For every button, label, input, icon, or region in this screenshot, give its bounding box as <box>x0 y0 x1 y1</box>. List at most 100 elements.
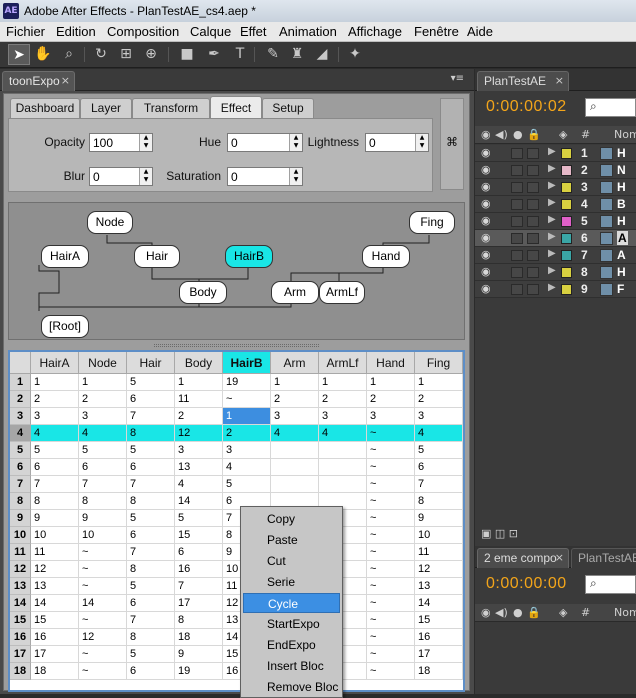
grid-cell[interactable]: 5 <box>127 374 175 391</box>
eye-icon[interactable]: ◉ <box>481 146 491 159</box>
grid-cell[interactable]: 18 <box>175 629 223 646</box>
grid-cell[interactable]: 4 <box>223 459 271 476</box>
brush-tool-icon[interactable]: ✎ <box>262 44 284 65</box>
grid-cell[interactable]: 16 <box>31 629 79 646</box>
grid-cell[interactable]: 1 <box>223 408 271 425</box>
grid-cell[interactable]: 10 <box>79 527 127 544</box>
grid-cell[interactable]: 6 <box>31 459 79 476</box>
label-color[interactable] <box>561 267 572 278</box>
tab-effect[interactable]: Effect <box>210 96 262 119</box>
grid-cell[interactable]: 2 <box>367 391 415 408</box>
grid-cell[interactable]: 18 <box>31 663 79 680</box>
pen-tool-icon[interactable]: ✒ <box>203 44 225 65</box>
spin-arrows-icon[interactable]: ▲ ▼ <box>139 134 152 151</box>
grid-cell[interactable]: 7 <box>127 408 175 425</box>
layer-row[interactable]: ◉ ▶ 4 B <box>475 196 636 213</box>
ctx-serie[interactable]: Serie <box>243 572 340 592</box>
current-timecode[interactable]: 0:00:00:02 <box>486 98 567 116</box>
layer-row[interactable]: ◉ ▶ 9 F <box>475 281 636 298</box>
grid-cell[interactable]: ~ <box>367 663 415 680</box>
node-node[interactable]: Node <box>87 211 133 234</box>
grid-cell[interactable]: 7 <box>31 476 79 493</box>
eye-icon[interactable]: ◉ <box>481 265 491 278</box>
lock-toggle[interactable] <box>527 216 539 227</box>
column-header[interactable]: Node <box>79 352 127 374</box>
solo-toggle[interactable] <box>511 148 523 159</box>
column-header[interactable]: Fing <box>415 352 463 374</box>
rectangle-tool-icon[interactable]: ■ <box>176 44 198 65</box>
rotate-tool-icon[interactable]: ↻ <box>90 44 112 65</box>
grid-cell[interactable]: 2 <box>415 391 463 408</box>
menu-effet[interactable]: Effet <box>240 24 267 39</box>
grid-cell[interactable]: ~ <box>367 595 415 612</box>
layer-row[interactable]: ◉ ▶ 6 A <box>475 230 636 247</box>
eye-icon[interactable]: ◉ <box>481 282 491 295</box>
grid-cell[interactable]: 6 <box>127 391 175 408</box>
grid-cell[interactable]: ~ <box>367 561 415 578</box>
grid-cell[interactable]: 8 <box>127 561 175 578</box>
close-icon[interactable]: × <box>555 74 564 87</box>
row-header[interactable]: 17 <box>10 646 31 663</box>
ctx-start-expo[interactable]: StartExpo <box>243 614 340 634</box>
grid-cell[interactable]: 5 <box>127 510 175 527</box>
pan-behind-tool-icon[interactable]: ⊕ <box>140 44 162 65</box>
lock-toggle[interactable] <box>527 250 539 261</box>
grid-cell[interactable]: 2 <box>271 391 319 408</box>
ctx-paste[interactable]: Paste <box>243 530 340 550</box>
grid-cell[interactable]: 2 <box>31 391 79 408</box>
grid-cell[interactable]: 12 <box>31 561 79 578</box>
grid-cell[interactable]: 15 <box>415 612 463 629</box>
grid-cell[interactable]: ~ <box>367 476 415 493</box>
grid-cell[interactable]: 1 <box>271 374 319 391</box>
splitter-handle[interactable] <box>154 344 319 347</box>
grid-cell[interactable]: 3 <box>79 408 127 425</box>
grid-cell[interactable]: 5 <box>175 510 223 527</box>
layer-name[interactable]: B <box>617 197 626 211</box>
expand-triangle-icon[interactable]: ▶ <box>548 282 556 293</box>
hue-input[interactable] <box>228 134 288 151</box>
grid-cell[interactable]: 2 <box>175 408 223 425</box>
grid-cell[interactable]: 17 <box>175 595 223 612</box>
tab-toonexpo[interactable]: toonExpo × <box>2 71 75 91</box>
grid-cell[interactable]: 9 <box>175 646 223 663</box>
ctx-end-expo[interactable]: EndExpo <box>243 635 340 655</box>
pin-icon[interactable]: ⌘ <box>446 135 458 149</box>
grid-cell[interactable] <box>319 476 367 493</box>
grid-cell[interactable]: 7 <box>175 578 223 595</box>
grid-cell[interactable]: 6 <box>79 459 127 476</box>
lock-toggle[interactable] <box>527 233 539 244</box>
node-arm-lf[interactable]: ArmLf <box>319 281 365 304</box>
grid-cell[interactable]: 11 <box>31 544 79 561</box>
grid-cell[interactable]: 6 <box>127 459 175 476</box>
grid-cell[interactable]: 13 <box>31 578 79 595</box>
ctx-copy[interactable]: Copy <box>243 509 340 529</box>
label-color[interactable] <box>561 284 572 295</box>
eye-icon[interactable]: ◉ <box>481 248 491 261</box>
row-header[interactable]: 1 <box>10 374 31 391</box>
grid-cell[interactable]: ~ <box>367 510 415 527</box>
grid-cell[interactable]: 10 <box>415 527 463 544</box>
grid-cell[interactable]: 5 <box>31 442 79 459</box>
column-header[interactable]: HairB <box>223 352 271 374</box>
lightness-input[interactable] <box>366 134 414 151</box>
grid-cell[interactable]: 10 <box>31 527 79 544</box>
grid-cell[interactable]: 1 <box>31 374 79 391</box>
grid-cell[interactable]: 8 <box>31 493 79 510</box>
grid-cell[interactable]: 13 <box>175 459 223 476</box>
current-timecode-2[interactable]: 0:00:00:00 <box>486 575 567 593</box>
row-header[interactable]: 3 <box>10 408 31 425</box>
label-color[interactable] <box>561 233 572 244</box>
grid-cell[interactable]: 5 <box>79 442 127 459</box>
grid-cell[interactable]: 8 <box>127 425 175 442</box>
grid-cell[interactable]: 7 <box>415 476 463 493</box>
grid-cell[interactable] <box>271 476 319 493</box>
layer-name[interactable]: A <box>617 231 628 245</box>
grid-cell[interactable]: 18 <box>415 663 463 680</box>
lightness-stepper[interactable]: ▲▼ <box>365 133 429 152</box>
row-header[interactable]: 2 <box>10 391 31 408</box>
close-icon[interactable]: × <box>555 551 564 564</box>
grid-cell[interactable]: 11 <box>415 544 463 561</box>
grid-cell[interactable]: 14 <box>175 493 223 510</box>
expand-triangle-icon[interactable]: ▶ <box>548 231 556 242</box>
row-header[interactable]: 9 <box>10 510 31 527</box>
